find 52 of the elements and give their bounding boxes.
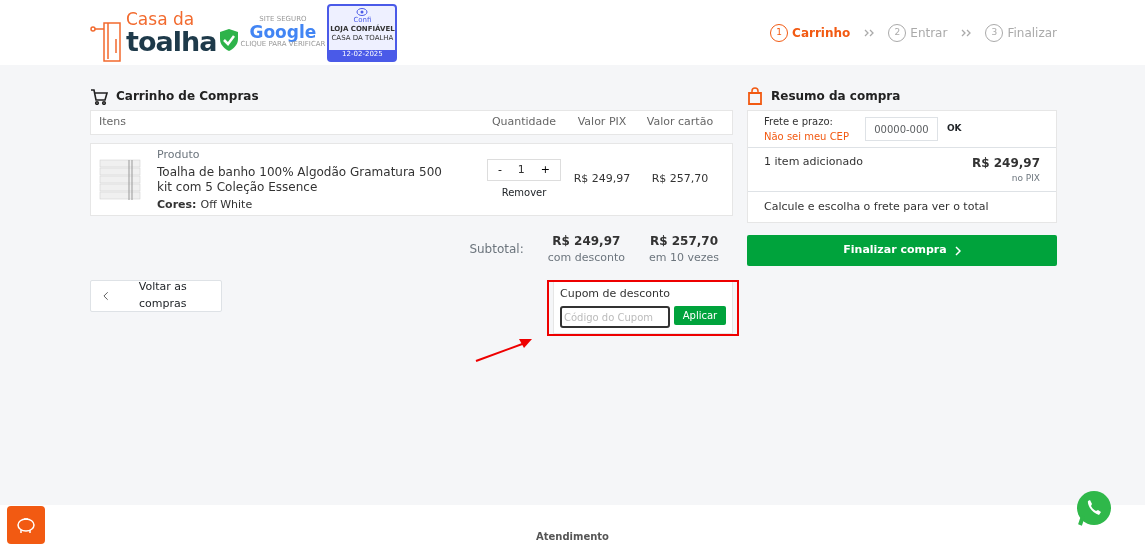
annotation-arrow xyxy=(475,338,533,362)
section-title: Carrinho de Compras xyxy=(116,88,259,105)
shield-check-icon xyxy=(218,27,241,52)
remove-link[interactable]: Remover xyxy=(501,185,547,200)
coupon-title: Cupom de desconto xyxy=(560,285,672,302)
step-label: Entrar xyxy=(910,24,948,42)
column-header: Quantidade xyxy=(490,114,558,131)
logo-text: toalha xyxy=(126,27,217,55)
google-seal-text: Google xyxy=(249,23,317,42)
items-count: 1 item adicionado xyxy=(764,154,863,170)
quantity-value: 1 xyxy=(517,161,525,178)
color-label: Cores: xyxy=(157,197,197,211)
subtotal-note: com desconto xyxy=(547,250,625,266)
coupon-field[interactable]: Código do Cupom xyxy=(560,306,670,328)
cart-icon xyxy=(90,87,108,105)
column-header: Valor cartão xyxy=(645,114,715,131)
chevron-left-icon xyxy=(103,290,109,301)
subtotal-label: Subtotal: xyxy=(469,241,524,259)
card-price-text: R$ 257,70 xyxy=(650,171,710,188)
increment-button[interactable]: + xyxy=(536,161,554,179)
cep-link[interactable]: Não sei meu CEP xyxy=(764,129,849,144)
shipping-note: Calcule e escolha o frete para ver o total xyxy=(764,198,989,215)
chevron-right-icon xyxy=(954,245,961,256)
step-label: Carrinho xyxy=(792,24,851,42)
product-category: Produto xyxy=(157,147,201,162)
total-note: no PIX xyxy=(1011,172,1040,185)
section-title: Resumo da compra xyxy=(771,88,901,105)
decrement-button[interactable]: - xyxy=(493,161,506,179)
shipping-label: Frete e prazo: xyxy=(764,115,834,129)
cep-field[interactable]: 00000-000 xyxy=(864,117,938,141)
double-chevron-icon xyxy=(961,28,972,37)
subtotal-note: em 10 vezes xyxy=(648,250,719,266)
back-button[interactable]: Voltar as compras xyxy=(90,279,222,312)
footer-heading: Atendimento xyxy=(536,530,609,544)
chat-phone-icon[interactable] xyxy=(1075,489,1113,527)
logo-text: Casa da xyxy=(126,10,196,28)
column-header: Valor PIX xyxy=(576,114,628,131)
column-header: Itens xyxy=(99,114,128,131)
total-value: R$ 249,97 xyxy=(971,155,1040,172)
piggy-bank-button[interactable] xyxy=(7,506,45,544)
subtotal-value: R$ 249,97 xyxy=(552,233,621,250)
shopping-bag-icon xyxy=(747,87,763,105)
color-value: Off White xyxy=(200,197,253,211)
product-name: Toalha de banho 100% Algodão Gramatura 500 kit com 5 Coleção Essence xyxy=(157,165,443,194)
subtotal-value: R$ 257,70 xyxy=(649,233,718,250)
double-chevron-icon xyxy=(864,28,875,37)
towel-stack-icon xyxy=(99,157,141,202)
pix-price-text: R$ 249,97 xyxy=(572,171,632,188)
step-label: Finalizar xyxy=(1007,24,1057,42)
quantity-stepper[interactable]: - 1 + xyxy=(487,159,561,181)
eye-icon xyxy=(356,7,369,16)
ok-button[interactable]: OK xyxy=(945,121,963,137)
